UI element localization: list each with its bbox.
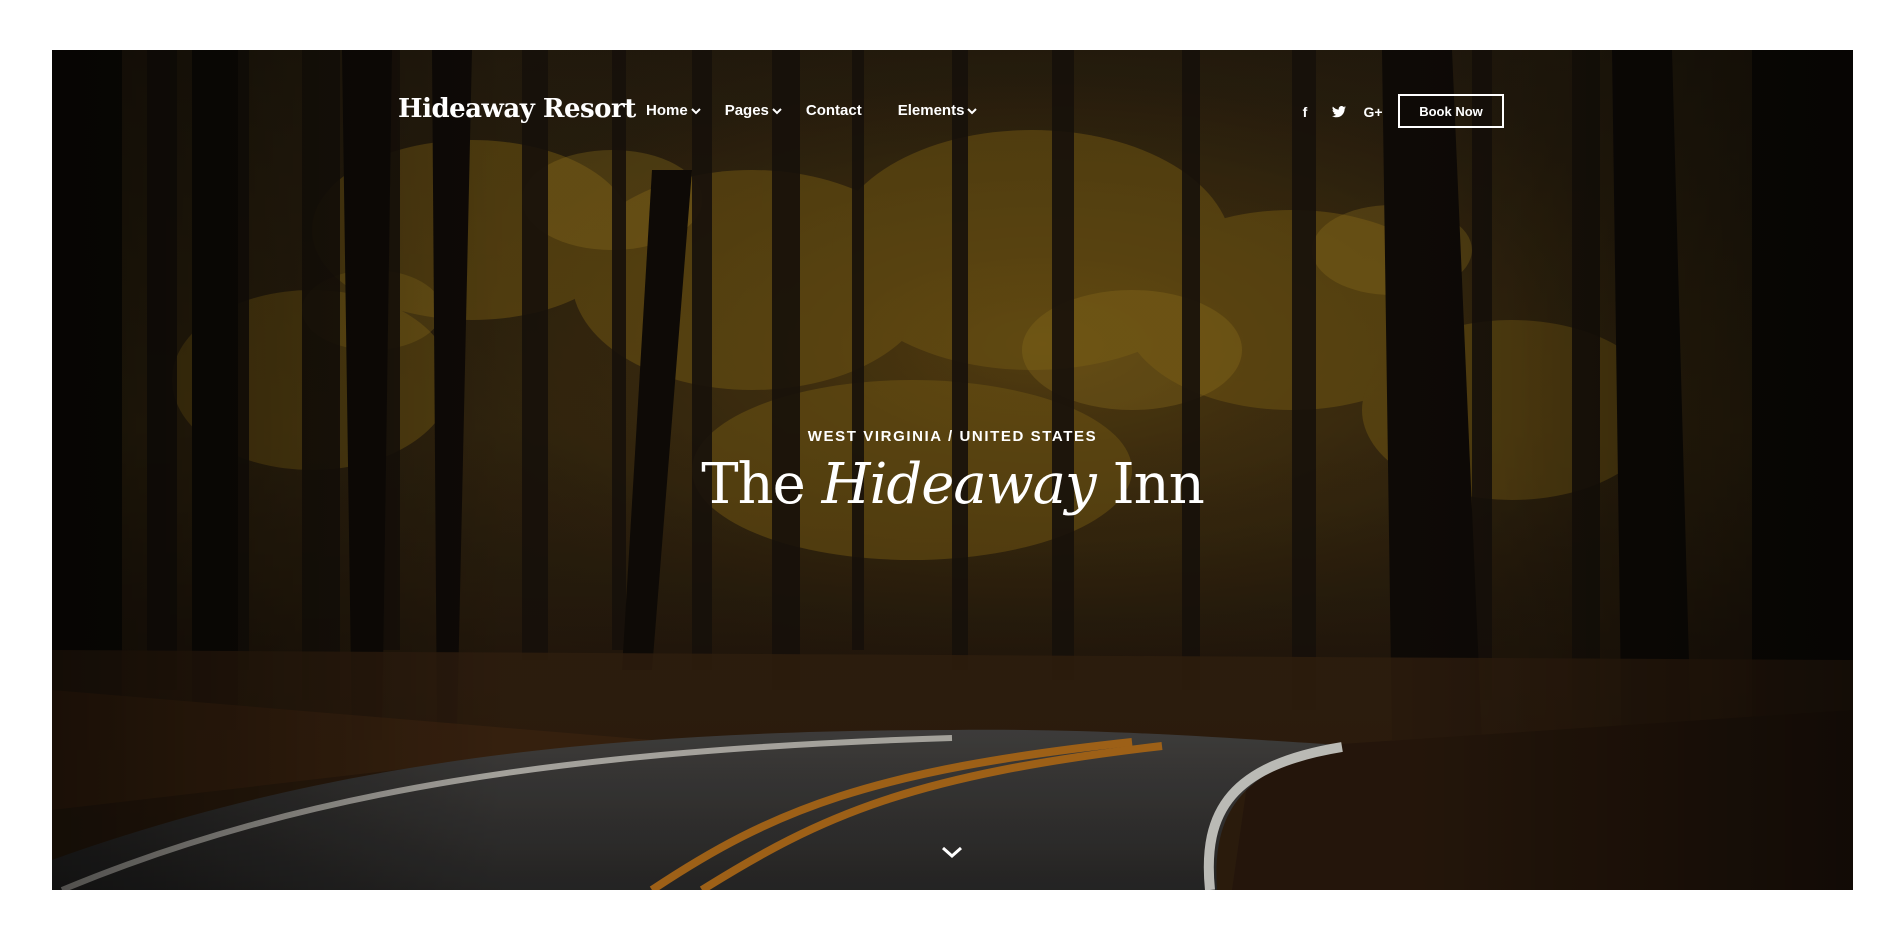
nav-item-label: Home (646, 102, 688, 119)
hero-title: The Hideaway Inn (52, 453, 1853, 517)
scroll-down-button[interactable] (936, 840, 968, 864)
google-plus-icon[interactable]: G+ (1356, 95, 1390, 129)
nav-item-contact[interactable]: Contact (806, 102, 862, 119)
chevron-down-icon (690, 107, 701, 114)
nav-item-label: Pages (724, 102, 769, 119)
nav-item-pages[interactable]: Pages (725, 102, 782, 119)
chevron-down-icon (967, 107, 978, 114)
nav-item-label: Elements (897, 102, 965, 119)
social-links: f G+ (1288, 95, 1390, 129)
hero-title-emphasis: Hideaway (821, 452, 1097, 517)
site-logo[interactable]: Hideaway Resort (398, 94, 636, 124)
nav-item-elements[interactable]: Elements (898, 102, 978, 119)
hero-location: WEST VIRGINIA / UNITED STATES (807, 428, 1098, 445)
hero-text: WEST VIRGINIA / UNITED STATES The Hideaw… (52, 428, 1853, 517)
twitter-bird-icon (1332, 106, 1346, 118)
nav-item-label: Contact (805, 102, 862, 119)
book-now-button[interactable]: Book Now (1398, 94, 1504, 128)
main-menu: Home Pages Contact Elements (646, 102, 1001, 119)
twitter-icon[interactable] (1322, 95, 1356, 129)
facebook-icon[interactable]: f (1288, 95, 1322, 129)
top-navigation: Hideaway Resort Home Pages Contact Eleme… (52, 50, 1853, 170)
hero-title-pre: The (701, 452, 806, 517)
nav-item-home[interactable]: Home (646, 102, 701, 119)
chevron-down-icon (772, 107, 782, 114)
hero-section: Hideaway Resort Home Pages Contact Eleme… (52, 50, 1853, 890)
chevron-down-icon (942, 846, 962, 859)
hero-title-post: Inn (1112, 452, 1205, 517)
